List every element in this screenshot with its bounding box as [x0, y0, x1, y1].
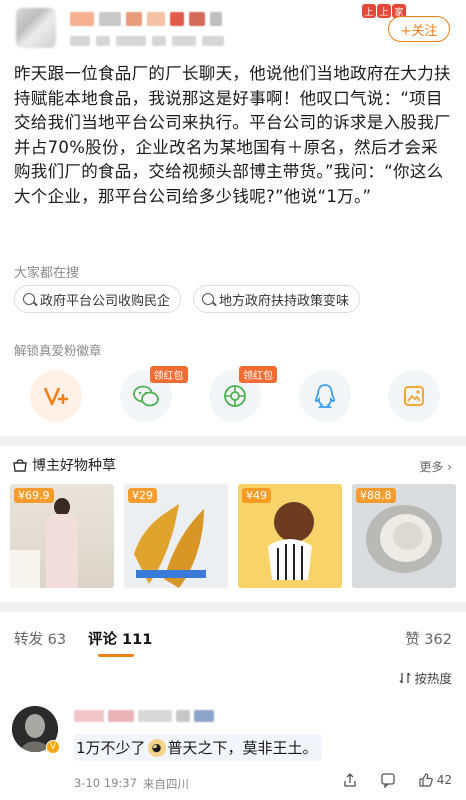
comment-location: 来自四川 [142, 777, 189, 791]
tab-like[interactable]: 赞 362 [405, 628, 452, 649]
sort-toggle[interactable]: 按热度 [399, 668, 452, 687]
qq-share-button[interactable] [298, 370, 351, 422]
like-count: 42 [436, 773, 452, 787]
tab-repost[interactable]: 转发 63 [14, 628, 66, 649]
shop-icon [13, 459, 27, 472]
comment-text: 1万不少了 ◕ 普天之下，莫非王土。 [74, 734, 322, 761]
vip-icon: V [46, 740, 60, 754]
post-meta-blurred [70, 36, 240, 46]
product-card[interactable]: ¥88.8 [352, 484, 456, 588]
moments-share-button[interactable]: 领红包 [209, 366, 277, 422]
sort-label: 按热度 [414, 671, 452, 686]
thumbs-up-icon [419, 773, 433, 787]
products-title: 博主好物种草 [32, 458, 116, 474]
badge-icon: 上 [362, 4, 376, 18]
author-avatar[interactable] [16, 8, 56, 48]
product-image [42, 498, 82, 588]
products-header: 博主好物种草 [12, 455, 116, 475]
badge-icon: 上 [377, 4, 391, 18]
vip-plus-icon [43, 387, 68, 406]
wechat-icon [132, 385, 159, 407]
interaction-tabs: 转发 63 评论 111 赞 362 [0, 620, 466, 660]
like-button[interactable]: 42 [418, 772, 452, 788]
commenter-name-blurred[interactable] [74, 710, 234, 722]
follow-button[interactable]: +关注 [388, 16, 450, 42]
product-card[interactable]: ¥49 [238, 484, 342, 588]
search-chips: 政府平台公司收购民企 地方政府扶持政策变味 [14, 285, 361, 313]
share-icon[interactable] [342, 772, 358, 788]
comment-text-part: 1万不少了 [76, 739, 146, 757]
comment-date: 3-10 19:37 [74, 776, 137, 790]
product-price: ¥29 [128, 488, 157, 503]
reply-icon[interactable] [380, 772, 396, 788]
fan-badge-row: 领红包 领红包 [30, 366, 440, 422]
doge-emoji-icon: ◕ [147, 738, 166, 757]
follow-label: +关注 [400, 23, 438, 39]
active-tab-indicator [98, 654, 134, 657]
more-link[interactable]: 更多 › [419, 458, 452, 475]
search-chip-label: 政府平台公司收购民企 [40, 293, 171, 309]
section-divider [0, 602, 466, 612]
search-chip[interactable]: 地方政府扶持政策变味 [193, 285, 361, 313]
vip-badge-button[interactable] [30, 370, 82, 422]
section-divider [0, 436, 466, 446]
search-chip-label: 地方政府扶持政策变味 [219, 293, 350, 309]
more-label: 更多 [419, 460, 444, 474]
search-icon [202, 293, 215, 305]
save-image-button[interactable] [388, 370, 440, 422]
product-price: ¥49 [242, 488, 271, 503]
product-card[interactable]: ¥69.9 [10, 484, 114, 588]
product-price: ¥69.9 [14, 488, 54, 503]
qq-icon [314, 384, 335, 408]
product-price: ¥88.8 [356, 488, 396, 503]
comment-text-part: 普天之下，莫非王土。 [167, 739, 318, 757]
red-packet-tag: 领红包 [239, 366, 277, 383]
search-section-title: 大家都在搜 [14, 266, 80, 281]
moments-icon [224, 385, 246, 407]
sort-icon [399, 672, 411, 683]
image-save-icon [404, 386, 424, 406]
search-chip[interactable]: 政府平台公司收购民企 [14, 285, 182, 313]
post-body: 昨天跟一位食品厂的厂长聊天，他说他们当地政府在大力扶持赋能本地食品，我说那这是好… [14, 64, 451, 206]
product-row: ¥69.9 ¥29 ¥49 ¥88.8 [10, 484, 456, 588]
author-name-blurred[interactable] [70, 12, 230, 26]
product-card[interactable]: ¥29 [124, 484, 228, 588]
red-packet-tag: 领红包 [149, 366, 188, 383]
comment-meta: 3-10 19:37 来自四川 [74, 776, 189, 792]
wechat-share-button[interactable]: 领红包 [119, 366, 188, 422]
fan-badge-title: 解锁真爱粉徽章 [14, 343, 102, 358]
post-header: 上 上 家 +关注 [0, 0, 466, 56]
search-icon [23, 293, 35, 305]
tab-comment[interactable]: 评论 111 [88, 628, 152, 649]
comment-actions: 42 [342, 772, 452, 788]
